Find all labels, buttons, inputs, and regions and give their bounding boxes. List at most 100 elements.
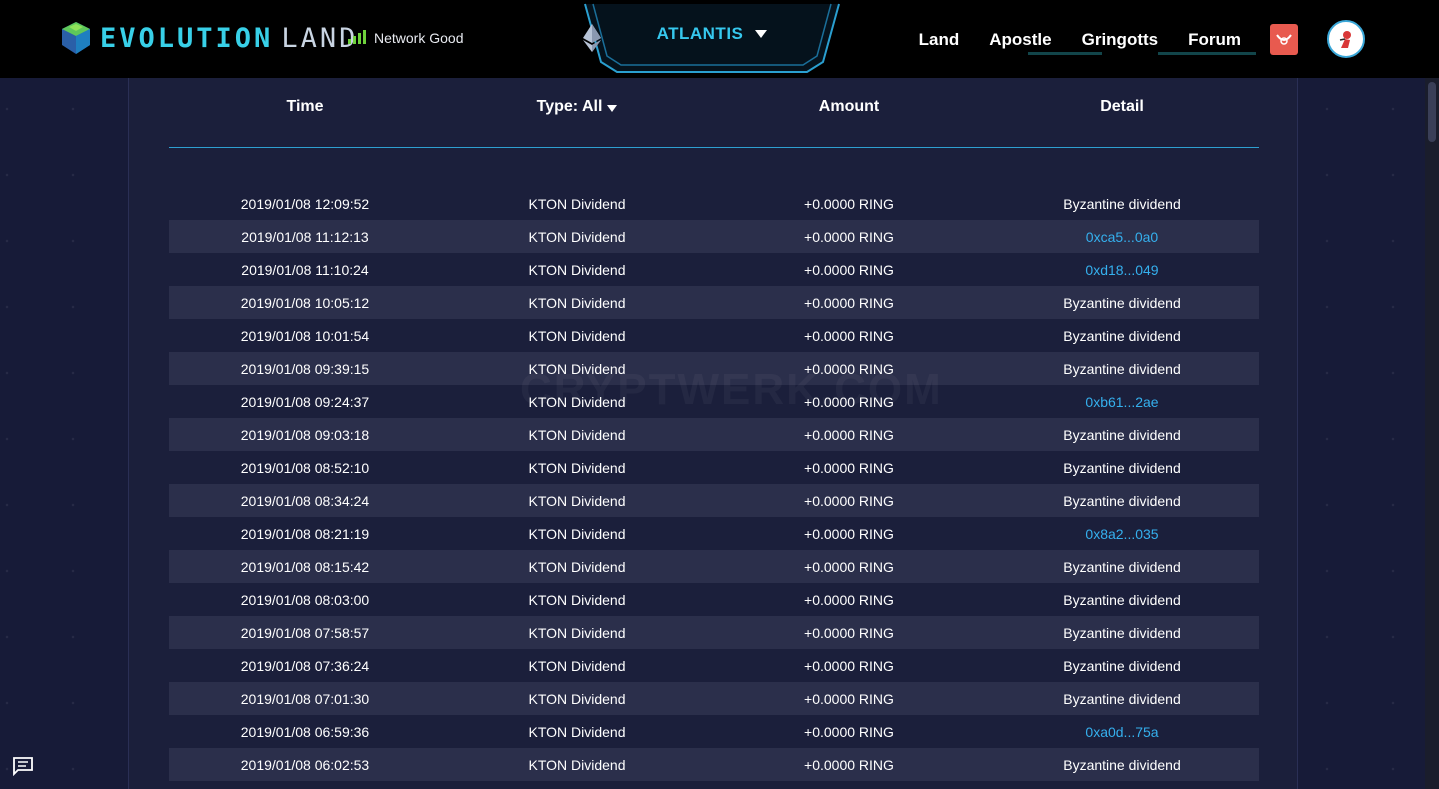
cell-amount: +0.0000 RING	[804, 591, 894, 608]
table-row: 2019/01/08 09:24:37 KTON Dividend +0.0000 …	[169, 385, 1259, 418]
table-row: 2019/01/08 09:39:15 KTON Dividend +0.0000 …	[169, 352, 1259, 385]
cell-detail: Byzantine dividend	[1063, 591, 1181, 608]
cell-type: KTON Dividend	[528, 327, 626, 344]
cell-detail: Byzantine dividend	[1063, 195, 1181, 212]
cell-time: 2019/01/08 12:09:52	[240, 195, 370, 212]
signal-bars-icon	[348, 30, 366, 44]
table-row: 2019/01/08 07:36:24 KTON Dividend +0.0000 …	[169, 649, 1259, 682]
chevron-down-icon	[607, 105, 618, 112]
table-row: 2019/01/08 07:01:30 KTON Dividend +0.0000 …	[169, 682, 1259, 715]
cell-time: 2019/01/08 08:03:00	[240, 591, 370, 608]
cell-time: 2019/01/08 09:03:18	[240, 426, 370, 443]
cell-type: KTON Dividend	[528, 492, 626, 509]
cell-amount: +0.0000 RING	[804, 261, 894, 278]
cell-type: KTON Dividend	[528, 624, 626, 641]
cell-type: KTON Dividend	[528, 360, 626, 377]
cell-detail: Byzantine dividend	[1063, 657, 1181, 674]
cell-time: 2019/01/08 06:02:53	[240, 756, 370, 773]
nav-land[interactable]: Land	[919, 30, 960, 50]
cell-type: KTON Dividend	[528, 525, 626, 542]
cell-type: KTON Dividend	[528, 195, 626, 212]
scrollbar[interactable]	[1425, 78, 1439, 789]
table-row: 2019/01/08 09:03:18 KTON Dividend +0.0000 …	[169, 418, 1259, 451]
realm-label: ATLANTIS	[656, 24, 744, 43]
chevron-down-icon	[755, 30, 768, 38]
cell-amount: +0.0000 RING	[804, 690, 894, 707]
nav-forum[interactable]: Forum	[1188, 30, 1241, 50]
cell-detail: Byzantine dividend	[1063, 558, 1181, 575]
cell-detail: Byzantine dividend	[1063, 690, 1181, 707]
logo-text: EVOLUTION LAND	[100, 23, 358, 54]
network-status: Network Good	[348, 30, 463, 46]
table-header: Time Type: All Amount Detail	[169, 78, 1259, 148]
cell-type: KTON Dividend	[528, 690, 626, 707]
cell-amount: +0.0000 RING	[804, 393, 894, 410]
cell-type: KTON Dividend	[528, 657, 626, 674]
nav-underline-decoration	[1158, 52, 1256, 55]
table-row: 2019/01/08 08:34:24 KTON Dividend +0.0000 …	[169, 484, 1259, 517]
cell-type: KTON Dividend	[528, 558, 626, 575]
cell-time: 2019/01/08 07:01:30	[240, 690, 370, 707]
scrollbar-thumb[interactable]	[1428, 82, 1436, 142]
cell-time: 2019/01/08 08:21:19	[240, 525, 370, 542]
cell-detail-link[interactable]: 0xd18...049	[985, 262, 1259, 278]
logo-text-land: LAND	[281, 22, 359, 54]
cell-amount: +0.0000 RING	[804, 228, 894, 245]
column-header-detail: Detail	[1100, 98, 1144, 115]
cell-detail-link[interactable]: 0xa0d...75a	[985, 724, 1259, 740]
logo-text-evolution: EVOLUTION	[100, 22, 274, 54]
cell-amount: +0.0000 RING	[804, 195, 894, 212]
cell-time: 2019/01/08 09:24:37	[240, 393, 370, 410]
cell-time: 2019/01/08 11:10:24	[241, 261, 369, 278]
table-row: 2019/01/08 08:21:19 KTON Dividend +0.0000 …	[169, 517, 1259, 550]
cell-detail-link[interactable]: 0xca5...0a0	[985, 229, 1259, 245]
chat-bubble-icon[interactable]	[12, 756, 34, 776]
cell-time: 2019/01/08 11:12:13	[241, 228, 369, 245]
cell-detail: Byzantine dividend	[1063, 624, 1181, 641]
cell-type: KTON Dividend	[528, 723, 626, 740]
logo[interactable]: EVOLUTION LAND	[60, 20, 358, 56]
cell-amount: +0.0000 RING	[804, 525, 894, 542]
cell-time: 2019/01/08 10:05:12	[240, 294, 370, 311]
cell-detail: Byzantine dividend	[1063, 492, 1181, 509]
cell-detail-link[interactable]: 0x8a2...035	[985, 526, 1259, 542]
table-row: 2019/01/08 07:58:57 KTON Dividend +0.0000 …	[169, 616, 1259, 649]
cell-amount: +0.0000 RING	[804, 492, 894, 509]
evolution-land-logo-icon	[62, 22, 90, 54]
cell-detail: Byzantine dividend	[1063, 426, 1181, 443]
cell-amount: +0.0000 RING	[804, 756, 894, 773]
cell-time: 2019/01/08 10:01:54	[240, 327, 370, 344]
column-header-type: Type: All	[536, 98, 603, 115]
red-envelope-icon[interactable]	[1270, 24, 1298, 55]
top-header: EVOLUTION LAND Network Good ATLANTIS Land…	[0, 0, 1439, 78]
nav-gringotts[interactable]: Gringotts	[1082, 30, 1159, 50]
cell-type: KTON Dividend	[528, 228, 626, 245]
cell-time: 2019/01/08 07:58:57	[240, 624, 370, 641]
cell-detail: Byzantine dividend	[1063, 360, 1181, 377]
table-row: 2019/01/08 06:59:36 KTON Dividend +0.0000 …	[169, 715, 1259, 748]
table-row: 2019/01/08 08:52:10 KTON Dividend +0.0000 …	[169, 451, 1259, 484]
table-row: 2019/01/08 10:05:12 KTON Dividend +0.0000 …	[169, 286, 1259, 319]
cell-amount: +0.0000 RING	[804, 327, 894, 344]
nav-underline-decoration	[1028, 52, 1102, 55]
table-body: 2019/01/08 12:09:52 KTON Dividend +0.0000 …	[169, 187, 1259, 781]
cell-amount: +0.0000 RING	[804, 558, 894, 575]
table-row: 2019/01/08 06:02:53 KTON Dividend +0.0000 …	[169, 748, 1259, 781]
cell-detail: Byzantine dividend	[1063, 756, 1181, 773]
cell-amount: +0.0000 RING	[804, 459, 894, 476]
type-filter-dropdown[interactable]: Type: All	[441, 78, 713, 147]
transactions-panel: Time Type: All Amount Detail 2019/01/08 …	[128, 78, 1298, 789]
cell-detail-link[interactable]: 0xb61...2ae	[985, 394, 1259, 410]
cell-time: 2019/01/08 07:36:24	[240, 657, 370, 674]
cell-type: KTON Dividend	[528, 393, 626, 410]
user-avatar-icon[interactable]	[1327, 20, 1365, 58]
table-row: 2019/01/08 11:12:13 KTON Dividend +0.0000 …	[169, 220, 1259, 253]
cell-type: KTON Dividend	[528, 591, 626, 608]
cell-detail: Byzantine dividend	[1063, 459, 1181, 476]
cell-type: KTON Dividend	[528, 459, 626, 476]
cell-amount: +0.0000 RING	[804, 294, 894, 311]
table-row: 2019/01/08 12:09:52 KTON Dividend +0.0000 …	[169, 187, 1259, 220]
cell-amount: +0.0000 RING	[804, 360, 894, 377]
realm-selector[interactable]: ATLANTIS	[583, 0, 841, 74]
nav-apostle[interactable]: Apostle	[989, 30, 1051, 50]
